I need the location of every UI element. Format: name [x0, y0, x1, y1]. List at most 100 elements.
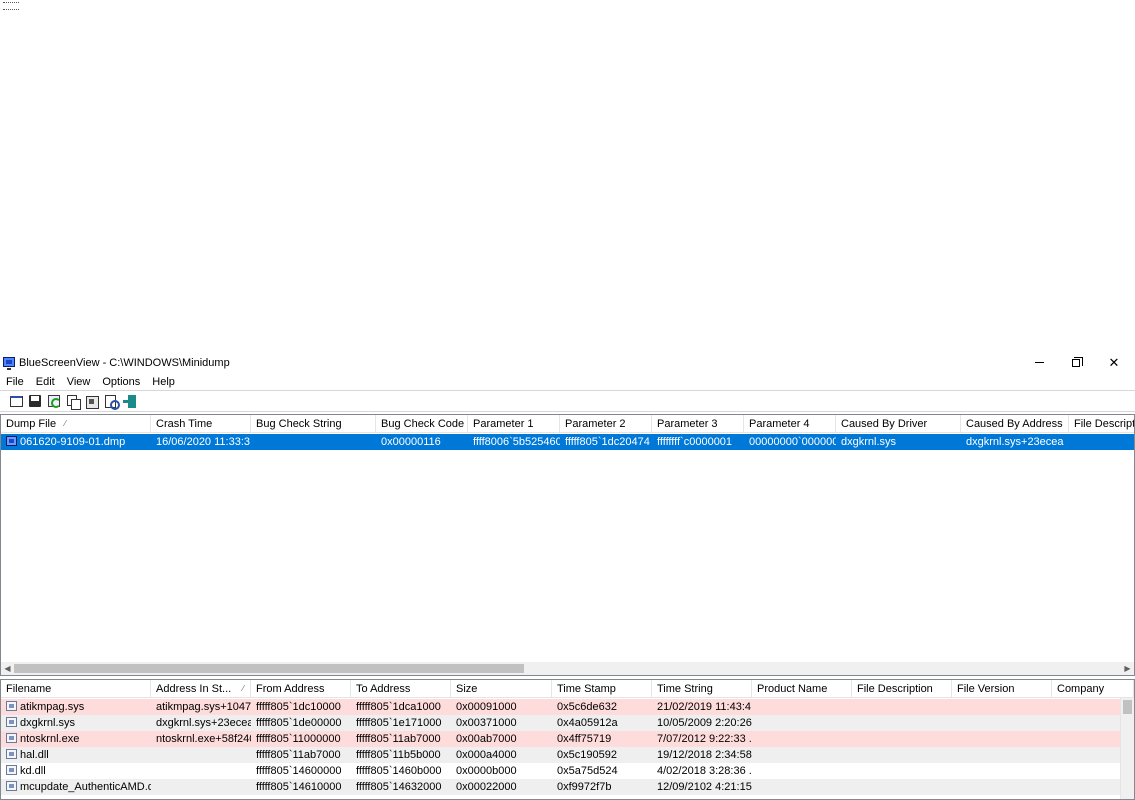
- exit-button[interactable]: [122, 394, 138, 409]
- toolbar: [0, 390, 1135, 412]
- cell-filename: dxgkrnl.sys: [1, 715, 151, 731]
- vertical-scrollbar[interactable]: [1120, 698, 1134, 799]
- column-size[interactable]: Size: [451, 680, 552, 698]
- cell-to-address: fffff805`11b5b000: [356, 749, 441, 761]
- cell-file-description: [852, 763, 952, 779]
- driver-file-icon: [6, 781, 17, 791]
- cell-from-address: fffff805`14610000: [256, 781, 342, 793]
- column-caused-by-driver[interactable]: Caused By Driver: [836, 415, 961, 433]
- refresh-button[interactable]: [46, 394, 62, 409]
- table-row[interactable]: mcupdate_AuthenticAMD.dll fffff805`146100…: [1, 779, 1120, 795]
- cell-file-version: [952, 715, 1052, 731]
- restore-button[interactable]: [1057, 351, 1095, 374]
- html-report-button[interactable]: [84, 394, 100, 409]
- cell-filename: mcupdate_AuthenticAMD.dll: [1, 779, 151, 795]
- column-bug-check-code[interactable]: Bug Check Code: [376, 415, 468, 433]
- cell-to-address: fffff805`11ab7000: [356, 733, 441, 745]
- cell-company: [1052, 779, 1120, 795]
- save-button[interactable]: [27, 394, 43, 409]
- cell-file-description: [1069, 434, 1134, 450]
- title-bar[interactable]: BlueScreenView - C:\WINDOWS\Minidump ✕: [0, 351, 1135, 374]
- menu-options[interactable]: Options: [96, 376, 146, 388]
- column-address-in-stack[interactable]: Address In St... ⁄: [151, 680, 251, 698]
- column-caused-by-address[interactable]: Caused By Address: [961, 415, 1069, 433]
- table-row[interactable]: ntoskrnl.exe ntoskrnl.exe+58f240 fffff805`…: [1, 731, 1120, 747]
- cell-size: 0x00091000: [456, 701, 517, 713]
- cell-address-in-stack: [151, 763, 251, 779]
- cell-product-name: [752, 699, 852, 715]
- cell-bug-check-string: [251, 434, 376, 450]
- column-time-stamp[interactable]: Time Stamp: [552, 680, 652, 698]
- column-file-version[interactable]: File Version: [952, 680, 1052, 698]
- column-bug-check-string[interactable]: Bug Check String: [251, 415, 376, 433]
- cell-time-string: 12/09/2102 4:21:15...: [657, 781, 752, 793]
- column-to-address[interactable]: To Address: [351, 680, 451, 698]
- driver-list[interactable]: Filename Address In St... ⁄ From Address …: [0, 679, 1135, 800]
- app-monitor-icon: [3, 357, 15, 370]
- column-file-description[interactable]: File Description: [1069, 415, 1134, 433]
- column-parameter-2[interactable]: Parameter 2: [560, 415, 652, 433]
- find-button[interactable]: [103, 394, 119, 409]
- cell-size: 0x00ab7000: [456, 733, 517, 745]
- scrollbar-thumb[interactable]: [1123, 700, 1132, 714]
- cell-product-name: [752, 779, 852, 795]
- menu-file[interactable]: File: [0, 376, 30, 388]
- column-product-name[interactable]: Product Name: [752, 680, 852, 698]
- cell-file-description: [852, 731, 952, 747]
- cell-time-stamp: 0x5c190592: [557, 749, 617, 761]
- cell-product-name: [752, 747, 852, 763]
- table-row[interactable]: 061620-9109-01.dmp 16/06/2020 11:33:3...…: [1, 434, 1134, 450]
- properties-button[interactable]: [8, 394, 24, 409]
- cell-company: [1052, 763, 1120, 779]
- table-row[interactable]: atikmpag.sys atikmpag.sys+10474 fffff805`1…: [1, 699, 1120, 715]
- driver-file-icon: [6, 765, 17, 775]
- menu-bar: File Edit View Options Help: [0, 374, 1135, 390]
- column-parameter-4[interactable]: Parameter 4: [744, 415, 836, 433]
- driver-file-icon: [6, 717, 17, 727]
- column-crash-time[interactable]: Crash Time: [151, 415, 251, 433]
- copy-button[interactable]: [65, 394, 81, 409]
- dump-list[interactable]: Dump File ⁄ Crash Time Bug Check String B…: [0, 414, 1135, 676]
- menu-help[interactable]: Help: [146, 376, 181, 388]
- cell-filename: kd.dll: [1, 763, 151, 779]
- cell-product-name: [752, 731, 852, 747]
- scrollbar-thumb[interactable]: [14, 664, 524, 673]
- cell-company: [1052, 699, 1120, 715]
- column-file-description[interactable]: File Description: [852, 680, 952, 698]
- menu-view[interactable]: View: [61, 376, 97, 388]
- horizontal-scrollbar[interactable]: ◀ ▶: [1, 662, 1134, 675]
- menu-edit[interactable]: Edit: [30, 376, 61, 388]
- app-window: BlueScreenView - C:\WINDOWS\Minidump ✕ F…: [0, 351, 1135, 800]
- cell-from-address: fffff805`1de00000: [256, 717, 342, 729]
- minimize-button[interactable]: [1020, 351, 1058, 374]
- column-parameter-3[interactable]: Parameter 3: [652, 415, 744, 433]
- column-company[interactable]: Company: [1052, 680, 1134, 698]
- cell-parameter-2: fffff805`1dc20474: [565, 436, 650, 448]
- table-row[interactable]: kd.dll fffff805`14600000 fffff805`1460b000…: [1, 763, 1120, 779]
- cell-file-description: [852, 699, 952, 715]
- column-filename[interactable]: Filename: [1, 680, 151, 698]
- table-row[interactable]: dxgkrnl.sys dxgkrnl.sys+23ecea fffff805`1d…: [1, 715, 1120, 731]
- cell-file-version: [952, 731, 1052, 747]
- cell-size: 0x0000b000: [456, 765, 517, 777]
- cell-address-in-stack: ntoskrnl.exe+58f240: [156, 733, 251, 745]
- cell-size: 0x00022000: [456, 781, 517, 793]
- column-dump-file[interactable]: Dump File ⁄: [1, 415, 151, 433]
- scroll-right-icon[interactable]: ▶: [1121, 662, 1134, 675]
- cell-file-description: [852, 779, 952, 795]
- cell-file-version: [952, 779, 1052, 795]
- column-time-string[interactable]: Time String: [652, 680, 752, 698]
- restore-icon: [1072, 356, 1083, 367]
- column-parameter-1[interactable]: Parameter 1: [468, 415, 560, 433]
- cell-company: [1052, 747, 1120, 763]
- copy-icon: [67, 395, 79, 407]
- cell-company: [1052, 731, 1120, 747]
- cell-address-in-stack: dxgkrnl.sys+23ecea: [156, 717, 251, 729]
- cell-filename: ntoskrnl.exe: [1, 731, 151, 747]
- table-row[interactable]: hal.dll fffff805`11ab7000 fffff805`11b5b00…: [1, 747, 1120, 763]
- column-from-address[interactable]: From Address: [251, 680, 351, 698]
- refresh-icon: [48, 395, 60, 407]
- close-button[interactable]: ✕: [1095, 351, 1133, 374]
- cell-address-in-stack: atikmpag.sys+10474: [156, 701, 251, 713]
- scroll-left-icon[interactable]: ◀: [1, 662, 14, 675]
